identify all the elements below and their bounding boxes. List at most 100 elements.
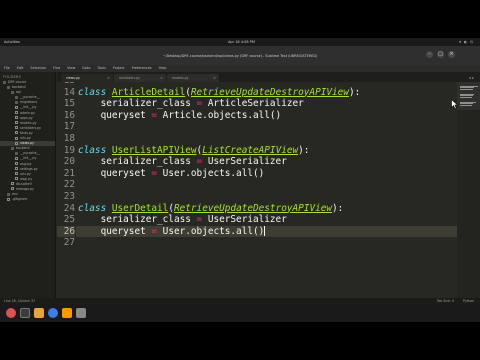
menu-edit[interactable]: Edit bbox=[17, 66, 24, 70]
letterbox-top bbox=[0, 0, 480, 38]
sidebar-file[interactable]: .gitignore bbox=[0, 197, 55, 202]
file-icon bbox=[15, 136, 18, 140]
mouse-pointer-icon bbox=[451, 99, 459, 109]
menu-help[interactable]: Help bbox=[159, 66, 167, 70]
code-token: queryset bbox=[78, 167, 152, 179]
sidebar-item-label: apps.py bbox=[20, 115, 33, 120]
menu-view[interactable]: View bbox=[67, 66, 75, 70]
close-button[interactable]: × bbox=[448, 51, 455, 58]
tab-views[interactable]: views.py × bbox=[61, 74, 113, 82]
sidebar-item-label: urls.py bbox=[20, 171, 31, 176]
sidebar-item-label: admin.py bbox=[20, 110, 35, 115]
ubuntu-icon[interactable] bbox=[6, 308, 16, 318]
code-line[interactable]: serializer_class = UserSerializer bbox=[78, 156, 287, 168]
system-clock[interactable]: Apr 18 4:08 PM bbox=[228, 38, 255, 46]
maximize-button[interactable]: □ bbox=[437, 51, 444, 58]
menu-project[interactable]: Project bbox=[113, 66, 125, 70]
code-line[interactable]: class ArticleDetail(RetrieveUpdateDestro… bbox=[78, 87, 360, 99]
file-icon bbox=[15, 167, 18, 171]
sidebar-item-label: backend bbox=[16, 146, 30, 151]
window-title-bar[interactable]: ~/Desktop/DRF-course/backend/api/views.p… bbox=[0, 46, 480, 65]
sidebar-item-label: wsgi.py bbox=[20, 176, 33, 181]
line-number: 14 bbox=[63, 86, 75, 98]
tab-overflow-icon[interactable]: ◂ ▸ bbox=[469, 74, 474, 82]
syntax-selector[interactable]: Python bbox=[463, 299, 474, 303]
terminal-icon[interactable] bbox=[20, 308, 30, 318]
folder-icon bbox=[15, 151, 18, 155]
code-token: RetrieveUpdateDestroyAPIView bbox=[173, 202, 333, 214]
code-line[interactable]: queryset = User.objects.all() bbox=[76, 225, 457, 238]
file-icon bbox=[15, 177, 18, 181]
sidebar-item-label: migrations bbox=[20, 100, 38, 105]
line-number: 16 bbox=[63, 109, 75, 121]
code-line[interactable]: serializer_class = ArticleSerializer bbox=[78, 98, 304, 110]
tab-bar: views.py × serializers.py × models.py × … bbox=[57, 72, 480, 82]
code-token: class bbox=[78, 202, 112, 214]
sidebar-item-label: views.py bbox=[20, 141, 34, 146]
sidebar-item-label: backend bbox=[12, 85, 26, 90]
taskbar bbox=[0, 304, 480, 322]
sidebar-item-label: __init__.py bbox=[20, 105, 37, 110]
menu-selection[interactable]: Selection bbox=[30, 66, 46, 70]
code-line[interactable]: class UserDetail(RetrieveUpdateDestroyAP… bbox=[78, 203, 343, 215]
sidebar-item-label: serializers.py bbox=[20, 125, 42, 130]
code-token: ArticleDetail bbox=[111, 86, 186, 98]
system-tray[interactable]: ▾ ◐ ⏻ bbox=[459, 38, 474, 46]
minimize-button[interactable]: – bbox=[426, 51, 433, 58]
code-line[interactable]: queryset = Article.objects.all() bbox=[78, 110, 282, 122]
code-line[interactable]: queryset = User.objects.all() bbox=[78, 167, 265, 180]
code-token: ListCreateAPIView bbox=[202, 144, 299, 156]
code-editor[interactable]: 1314class ArticleDetail(RetrieveUpdateDe… bbox=[57, 82, 457, 298]
sidebar-item-label: __init__.py bbox=[20, 156, 37, 161]
sublime-icon[interactable] bbox=[62, 308, 72, 318]
minimap[interactable] bbox=[457, 82, 480, 298]
tab-size-selector[interactable]: Tab Size: 4 bbox=[437, 299, 454, 303]
tab-serializers[interactable]: serializers.py × bbox=[114, 74, 166, 82]
code-token: serializer_class bbox=[78, 214, 197, 226]
code-line[interactable]: serializer_class = UserSerializer bbox=[78, 214, 287, 226]
line-number: 27 bbox=[63, 237, 75, 249]
sidebar-item-label: env bbox=[12, 192, 18, 197]
window-title: ~/Desktop/DRF-course/backend/api/views.p… bbox=[162, 54, 318, 58]
folder-icon bbox=[3, 80, 6, 84]
menu-preferences[interactable]: Preferences bbox=[132, 66, 152, 70]
activities-button[interactable]: Activities bbox=[4, 38, 20, 46]
line-number: 25 bbox=[63, 214, 75, 226]
files-icon[interactable] bbox=[34, 308, 44, 318]
letterbox-bottom bbox=[0, 322, 480, 360]
close-tab-icon[interactable]: × bbox=[160, 74, 163, 82]
folder-icon bbox=[15, 100, 18, 104]
sidebar-item-label: settings.py bbox=[20, 166, 38, 171]
file-icon bbox=[15, 126, 18, 130]
line-number: 21 bbox=[63, 167, 75, 179]
folder-icon bbox=[11, 90, 14, 94]
folder-icon bbox=[7, 85, 10, 89]
code-line[interactable]: class UserListAPIView(ListCreateAPIView)… bbox=[78, 145, 309, 157]
sidebar-item-label: urls.py bbox=[20, 136, 31, 141]
code-token: ): bbox=[332, 202, 344, 214]
file-icon bbox=[11, 187, 14, 191]
sidebar-item-label: __pycache__ bbox=[20, 151, 40, 156]
file-icon bbox=[15, 105, 18, 109]
close-tab-icon[interactable]: × bbox=[213, 74, 216, 82]
file-icon bbox=[15, 172, 18, 176]
menu-find[interactable]: Find bbox=[53, 66, 60, 70]
menu-tools[interactable]: Tools bbox=[97, 66, 105, 70]
code-token: UserDetail bbox=[111, 202, 169, 214]
code-token: User.objects.all() bbox=[157, 167, 265, 179]
tab-models[interactable]: models.py × bbox=[167, 74, 219, 82]
browser-icon[interactable] bbox=[48, 308, 58, 318]
settings-icon[interactable] bbox=[76, 308, 86, 318]
tab-label: serializers.py bbox=[119, 76, 141, 80]
menu-bar: File Edit Selection Find View Goto Tools… bbox=[0, 65, 480, 72]
sidebar: FOLDERS DRF course backend api __pycache__ m… bbox=[0, 72, 56, 298]
code-token: serializer_class bbox=[78, 156, 197, 168]
sidebar-item-label: __pycache__ bbox=[20, 95, 40, 100]
minimap-line bbox=[460, 88, 473, 90]
close-tab-icon[interactable]: × bbox=[107, 74, 110, 82]
file-icon bbox=[7, 197, 10, 201]
minimap-line bbox=[460, 104, 472, 106]
menu-file[interactable]: File bbox=[4, 66, 10, 70]
code-token: ): bbox=[298, 144, 310, 156]
menu-goto[interactable]: Goto bbox=[82, 66, 90, 70]
